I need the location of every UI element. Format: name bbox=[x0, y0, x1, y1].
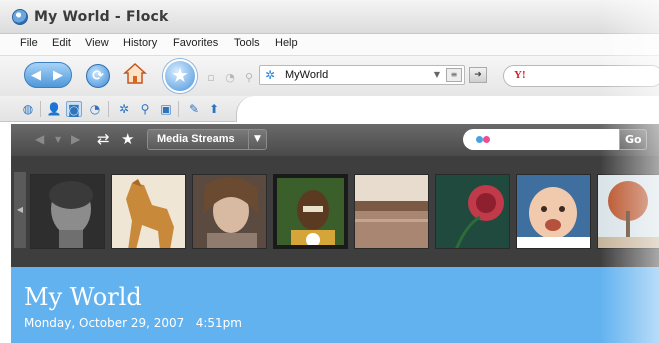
globe-icon[interactable]: ◍ bbox=[20, 101, 36, 117]
media-streams-dropdown[interactable]: Media Streams ▼ bbox=[147, 129, 267, 150]
web-clipboard-icon[interactable]: ▣ bbox=[158, 101, 174, 117]
menu-view[interactable]: View bbox=[85, 37, 109, 49]
menu-bar: File Edit View History Favorites Tools H… bbox=[0, 34, 659, 56]
favorites-icon[interactable]: ⚲ bbox=[137, 101, 153, 117]
painted-face-photo bbox=[277, 178, 344, 245]
chevron-down-icon[interactable]: ▼ bbox=[434, 70, 440, 79]
rose-photo bbox=[436, 175, 509, 248]
time-text: 4:51pm bbox=[195, 316, 242, 330]
search-engine-label[interactable]: Y! bbox=[514, 69, 526, 81]
date-text: Monday, October 29, 2007 bbox=[24, 316, 185, 330]
photo-thumbnail[interactable] bbox=[192, 174, 267, 249]
flickr-logo-icon bbox=[483, 136, 490, 143]
photo-thumbnail[interactable] bbox=[273, 174, 348, 249]
menu-favorites[interactable]: Favorites bbox=[173, 37, 218, 49]
flickr-logo-icon bbox=[476, 136, 483, 143]
people-icon[interactable]: 👤 bbox=[46, 101, 62, 117]
refresh-button[interactable]: ⟳ bbox=[86, 64, 110, 88]
toolbar-divider bbox=[108, 101, 109, 117]
forward-arrow-icon[interactable]: ▶ bbox=[53, 68, 63, 83]
scroll-left-button[interactable]: ◀ bbox=[14, 172, 26, 248]
myworld-icon: ✲ bbox=[265, 68, 276, 82]
back-arrow-icon[interactable]: ◀ bbox=[35, 132, 44, 146]
my-world-icon[interactable]: ✲ bbox=[116, 101, 132, 117]
page-icon[interactable]: ▫ bbox=[204, 71, 218, 85]
chevron-down-icon[interactable]: ▼ bbox=[248, 130, 266, 149]
my-world-header: My World Monday, October 29, 2007 4:51pm bbox=[11, 267, 659, 343]
media-icon[interactable]: ◙ bbox=[66, 101, 82, 117]
favorite-star-button[interactable]: ★ bbox=[163, 59, 197, 93]
media-search-input[interactable] bbox=[463, 129, 619, 150]
photo-thumbnail[interactable] bbox=[435, 174, 510, 249]
date-time: Monday, October 29, 2007 4:51pm bbox=[24, 316, 242, 330]
home-button[interactable] bbox=[123, 62, 147, 86]
chevron-down-icon[interactable]: ▼ bbox=[55, 135, 61, 144]
baby-photo bbox=[517, 175, 590, 248]
portrait-photo bbox=[31, 175, 104, 248]
address-bar[interactable]: ✲ MyWorld ▼ ≡ bbox=[259, 65, 465, 85]
toolbar-divider bbox=[40, 101, 41, 117]
flock-toolbar: ◍ 👤 ◙ ◔ ✲ ⚲ ▣ ✎ ⬆ bbox=[0, 96, 659, 122]
title-bar: My World - Flock bbox=[0, 0, 659, 34]
uploader-icon[interactable]: ⬆ bbox=[206, 101, 222, 117]
feeds-icon[interactable]: ◔ bbox=[87, 101, 103, 117]
menu-help[interactable]: Help bbox=[275, 37, 298, 49]
blog-editor-icon[interactable]: ✎ bbox=[186, 101, 202, 117]
menu-history[interactable]: History bbox=[123, 37, 157, 49]
url-text[interactable]: MyWorld bbox=[285, 69, 328, 81]
navigation-bar: ◀ ▶ ⟳ ★ ▫ ◔ ⚲ ✲ MyWorld ▼ ≡ ➜ Y! bbox=[0, 56, 659, 96]
window-title: My World - Flock bbox=[34, 9, 169, 25]
go-label: Go bbox=[625, 133, 642, 146]
horse-photo bbox=[112, 175, 185, 248]
photo-thumbnail[interactable] bbox=[597, 174, 659, 249]
page-title: My World bbox=[24, 283, 142, 311]
browser-window: My World - Flock File Edit View History … bbox=[0, 0, 659, 343]
menu-file[interactable]: File bbox=[20, 37, 38, 49]
flock-logo-icon bbox=[12, 9, 28, 25]
go-button[interactable]: ➜ bbox=[469, 67, 487, 83]
shuffle-icon[interactable]: ⇄ bbox=[97, 130, 110, 148]
search-icon[interactable]: ⚲ bbox=[242, 71, 256, 85]
river-photo bbox=[355, 175, 428, 248]
star-icon[interactable]: ★ bbox=[121, 130, 134, 148]
photo-thumbnail[interactable] bbox=[30, 174, 105, 249]
back-forward-buttons[interactable]: ◀ ▶ bbox=[24, 62, 72, 88]
page-info-button[interactable]: ≡ bbox=[446, 68, 462, 82]
girl-photo bbox=[193, 175, 266, 248]
toolbar-divider bbox=[178, 101, 179, 117]
photo-thumbnail[interactable] bbox=[516, 174, 591, 249]
media-search-go-button[interactable]: Go bbox=[619, 129, 647, 150]
media-photo-strip: ◀ bbox=[11, 156, 659, 267]
search-input[interactable]: Y! bbox=[503, 65, 659, 87]
media-streams-label: Media Streams bbox=[157, 133, 235, 145]
photo-thumbnail[interactable] bbox=[111, 174, 186, 249]
forward-arrow-icon[interactable]: ▶ bbox=[71, 132, 80, 146]
back-arrow-icon[interactable]: ◀ bbox=[31, 68, 41, 83]
photo-thumbnail[interactable] bbox=[354, 174, 429, 249]
menu-tools[interactable]: Tools bbox=[234, 37, 260, 49]
tab-strip bbox=[236, 96, 659, 122]
media-bar: ◀ ▼ ▶ ⇄ ★ Media Streams ▼ Go bbox=[11, 124, 659, 156]
rss-icon[interactable]: ◔ bbox=[223, 71, 237, 85]
autumn-tree-photo bbox=[598, 175, 659, 248]
menu-edit[interactable]: Edit bbox=[52, 37, 71, 49]
home-icon bbox=[123, 62, 147, 84]
